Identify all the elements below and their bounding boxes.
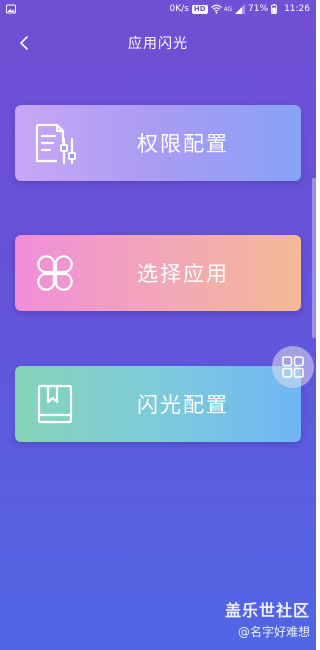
edge-scrollbar[interactable]: [312, 178, 316, 338]
status-right: 0K/s HD 4G 71% 11:26: [170, 4, 310, 14]
select-apps-label: 选择应用: [137, 262, 229, 286]
clover-apps-icon: [15, 235, 95, 311]
gallery-notification-icon: [6, 4, 16, 14]
watermark-community-name: 盖乐世社区: [224, 601, 310, 620]
floating-shortcut-button[interactable]: [272, 346, 314, 388]
grid-icon: [282, 356, 304, 378]
battery-icon: [271, 4, 281, 14]
document-settings-icon: [15, 105, 95, 181]
net-speed: 0K/s: [169, 4, 189, 14]
flash-config-card[interactable]: 闪光配置: [15, 366, 301, 442]
battery-percent: 71%: [248, 4, 269, 14]
bookmark-book-icon: [15, 366, 95, 442]
permission-config-label: 权限配置: [137, 132, 229, 156]
signal-strength-icon: [235, 4, 246, 14]
permission-config-card[interactable]: 权限配置: [15, 105, 301, 181]
app-screen: 0K/s HD 4G 71% 11:26 应用闪光 权限配置 选择应用 闪光配置…: [0, 0, 316, 650]
clock: 11:26: [284, 4, 310, 14]
back-arrow-icon: [20, 36, 28, 50]
status-left: [6, 4, 16, 14]
watermark-author: @名字好难想: [237, 625, 310, 639]
app-header: 应用闪光: [0, 28, 316, 58]
select-apps-card[interactable]: 选择应用: [15, 235, 301, 311]
signal-type: 4G: [223, 5, 233, 13]
status-bar: 0K/s HD 4G 71% 11:26: [0, 0, 316, 18]
community-watermark: 盖乐世社区 @名字好难想: [225, 597, 310, 640]
hd-badge: HD: [191, 4, 208, 14]
back-button[interactable]: [14, 32, 34, 54]
wifi-icon: [210, 4, 222, 14]
flash-config-label: 闪光配置: [137, 393, 229, 417]
page-title: 应用闪光: [128, 36, 188, 52]
